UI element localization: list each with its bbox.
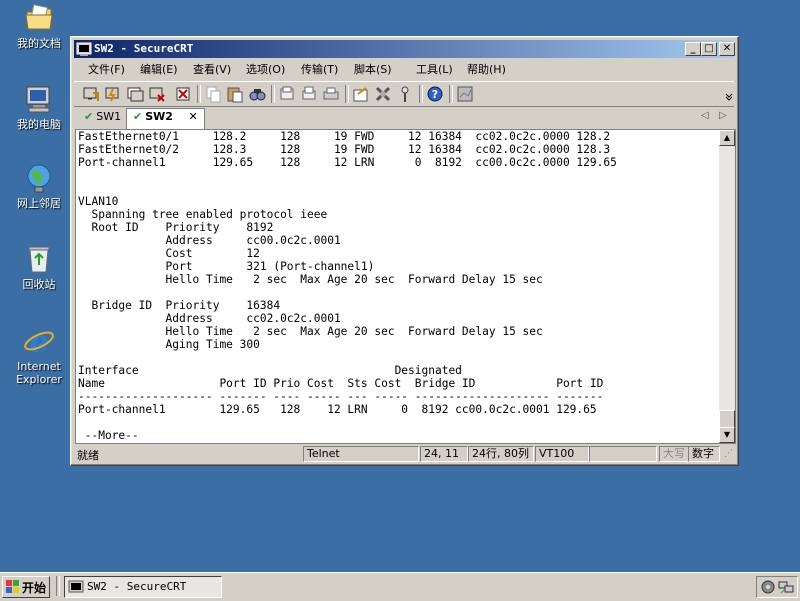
close-tab-icon[interactable]: ✕ (188, 110, 197, 123)
paste-icon[interactable] (226, 85, 244, 103)
toolbar-separator (345, 85, 349, 103)
connected-check-icon: ✔ (84, 110, 94, 123)
desktop-icon-label: 我的文档 (17, 37, 61, 50)
taskbar-separator (56, 576, 60, 596)
volume-icon[interactable] (760, 579, 776, 598)
securecrt-window: SW2 - SecureCRT _ □ ✕ 文件(F) 编辑(E) 查看(V) … (70, 36, 739, 466)
toolbar-separator (197, 85, 201, 103)
toolbar-chevron-icon[interactable] (724, 90, 734, 101)
svg-text:e: e (29, 325, 48, 357)
menu-bar: 文件(F) 编辑(E) 查看(V) 选项(O) 传输(T) 脚本(S) 工具(L… (74, 59, 734, 79)
toolbar: ? (74, 81, 734, 107)
window-title: SW2 - SecureCRT (94, 42, 194, 55)
status-ready: 就绪 (77, 449, 99, 462)
desktop-icon-label: 回收站 (22, 278, 56, 291)
scroll-down-button[interactable]: ▼ (719, 427, 735, 443)
menu-view[interactable]: 查看(V) (193, 61, 231, 77)
network-status-icon[interactable] (778, 579, 794, 598)
windows-logo-icon (6, 580, 20, 597)
desktop-icon-my-documents[interactable]: 我的文档 (6, 2, 72, 50)
desktop-icon-label: Internet Explorer (16, 360, 62, 386)
toolbar-separator (449, 85, 453, 103)
taskbar: 开始 SW2 - SecureCRT (0, 572, 800, 601)
status-size: 24行, 80列 (468, 446, 534, 462)
keymap-icon[interactable] (396, 85, 414, 103)
toolbar-separator (419, 85, 423, 103)
status-protocol: Telnet (303, 446, 419, 462)
scroll-thumb[interactable] (719, 410, 735, 428)
tab-sw2[interactable]: ✔ SW2 ✕ (126, 108, 205, 129)
internet-explorer-icon: e (23, 325, 55, 360)
title-bar[interactable]: SW2 - SecureCRT _ □ ✕ (74, 40, 735, 58)
status-caps: 大写 (659, 446, 689, 462)
menu-script[interactable]: 脚本(S) (354, 61, 392, 77)
vertical-scrollbar[interactable]: ▲ ▼ (719, 129, 736, 444)
status-bar: 就绪 Telnet 24, 11 24行, 80列 VT100 大写 数字 ⋰ (74, 445, 734, 463)
close-window-button[interactable]: ✕ (719, 42, 735, 56)
taskbar-item-label: SW2 - SecureCRT (87, 580, 187, 593)
tab-scroll-left-icon[interactable]: ◁ (701, 110, 709, 121)
tab-scroll-right-icon[interactable]: ▷ (719, 110, 727, 121)
desktop-icon-network[interactable]: 网上邻居 (6, 162, 72, 210)
print-icon[interactable] (322, 85, 340, 103)
print-screen-icon[interactable] (278, 85, 296, 103)
connect-tab-icon[interactable] (126, 85, 144, 103)
taskbar-item-securecrt[interactable]: SW2 - SecureCRT (64, 576, 222, 598)
help-icon[interactable]: ? (426, 85, 444, 103)
recycle-bin-icon (23, 243, 55, 275)
copy-icon[interactable] (204, 85, 222, 103)
connect-icon[interactable] (82, 85, 100, 103)
securecrt-app-icon (68, 579, 84, 598)
desktop-icon-internet-explorer[interactable]: e Internet Explorer (6, 325, 72, 386)
print-selection-icon[interactable] (300, 85, 318, 103)
securecrt-app-icon[interactable] (76, 41, 92, 57)
system-tray (756, 576, 798, 598)
status-empty (589, 446, 657, 462)
desktop-icon-label: 网上邻居 (17, 197, 61, 210)
network-globe-icon (23, 162, 55, 194)
session-tabs: ✔ SW1 ✔ SW2 ✕ ◁ ▷ (74, 107, 734, 129)
toolbar-separator (271, 85, 275, 103)
terminal-output[interactable]: FastEthernet0/1 128.2 128 19 FWD 12 1638… (75, 129, 720, 444)
tab-label: SW1 (96, 110, 122, 123)
menu-edit[interactable]: 编辑(E) (140, 61, 178, 77)
menu-transfer[interactable]: 传输(T) (301, 61, 338, 77)
reconnect-icon[interactable] (148, 85, 166, 103)
find-icon[interactable] (248, 85, 266, 103)
start-label: 开始 (22, 581, 47, 595)
desktop-icon-recycle-bin[interactable]: 回收站 (6, 243, 72, 291)
svg-text:?: ? (432, 88, 438, 101)
maximize-button[interactable]: □ (701, 42, 717, 56)
disconnect-icon[interactable] (174, 85, 192, 103)
global-options-icon[interactable] (374, 85, 392, 103)
tab-label: SW2 (145, 110, 173, 123)
menu-options[interactable]: 选项(O) (246, 61, 285, 77)
minimize-button[interactable]: _ (685, 42, 701, 56)
menu-tools[interactable]: 工具(L) (416, 61, 453, 77)
start-button[interactable]: 开始 (2, 576, 50, 598)
tab-sw1[interactable]: ✔ SW1 (80, 110, 125, 127)
computer-icon (23, 83, 55, 115)
script-icon[interactable] (456, 85, 474, 103)
desktop-icon-my-computer[interactable]: 我的电脑 (6, 83, 72, 131)
terminal-text: FastEthernet0/1 128.2 128 19 FWD 12 1638… (78, 130, 617, 442)
status-cursor: 24, 11 (420, 446, 468, 462)
resize-grip-icon[interactable]: ⋰ (724, 449, 733, 459)
menu-help[interactable]: 帮助(H) (467, 61, 506, 77)
quick-connect-icon[interactable] (104, 85, 122, 103)
connected-check-icon: ✔ (133, 110, 143, 123)
desktop-icon-label: 我的电脑 (17, 118, 61, 131)
folder-icon (23, 2, 55, 34)
status-terminal-type: VT100 (535, 446, 589, 462)
scroll-up-button[interactable]: ▲ (719, 130, 735, 146)
session-options-icon[interactable] (352, 85, 370, 103)
menu-file[interactable]: 文件(F) (88, 61, 125, 77)
status-num: 数字 (688, 446, 720, 462)
